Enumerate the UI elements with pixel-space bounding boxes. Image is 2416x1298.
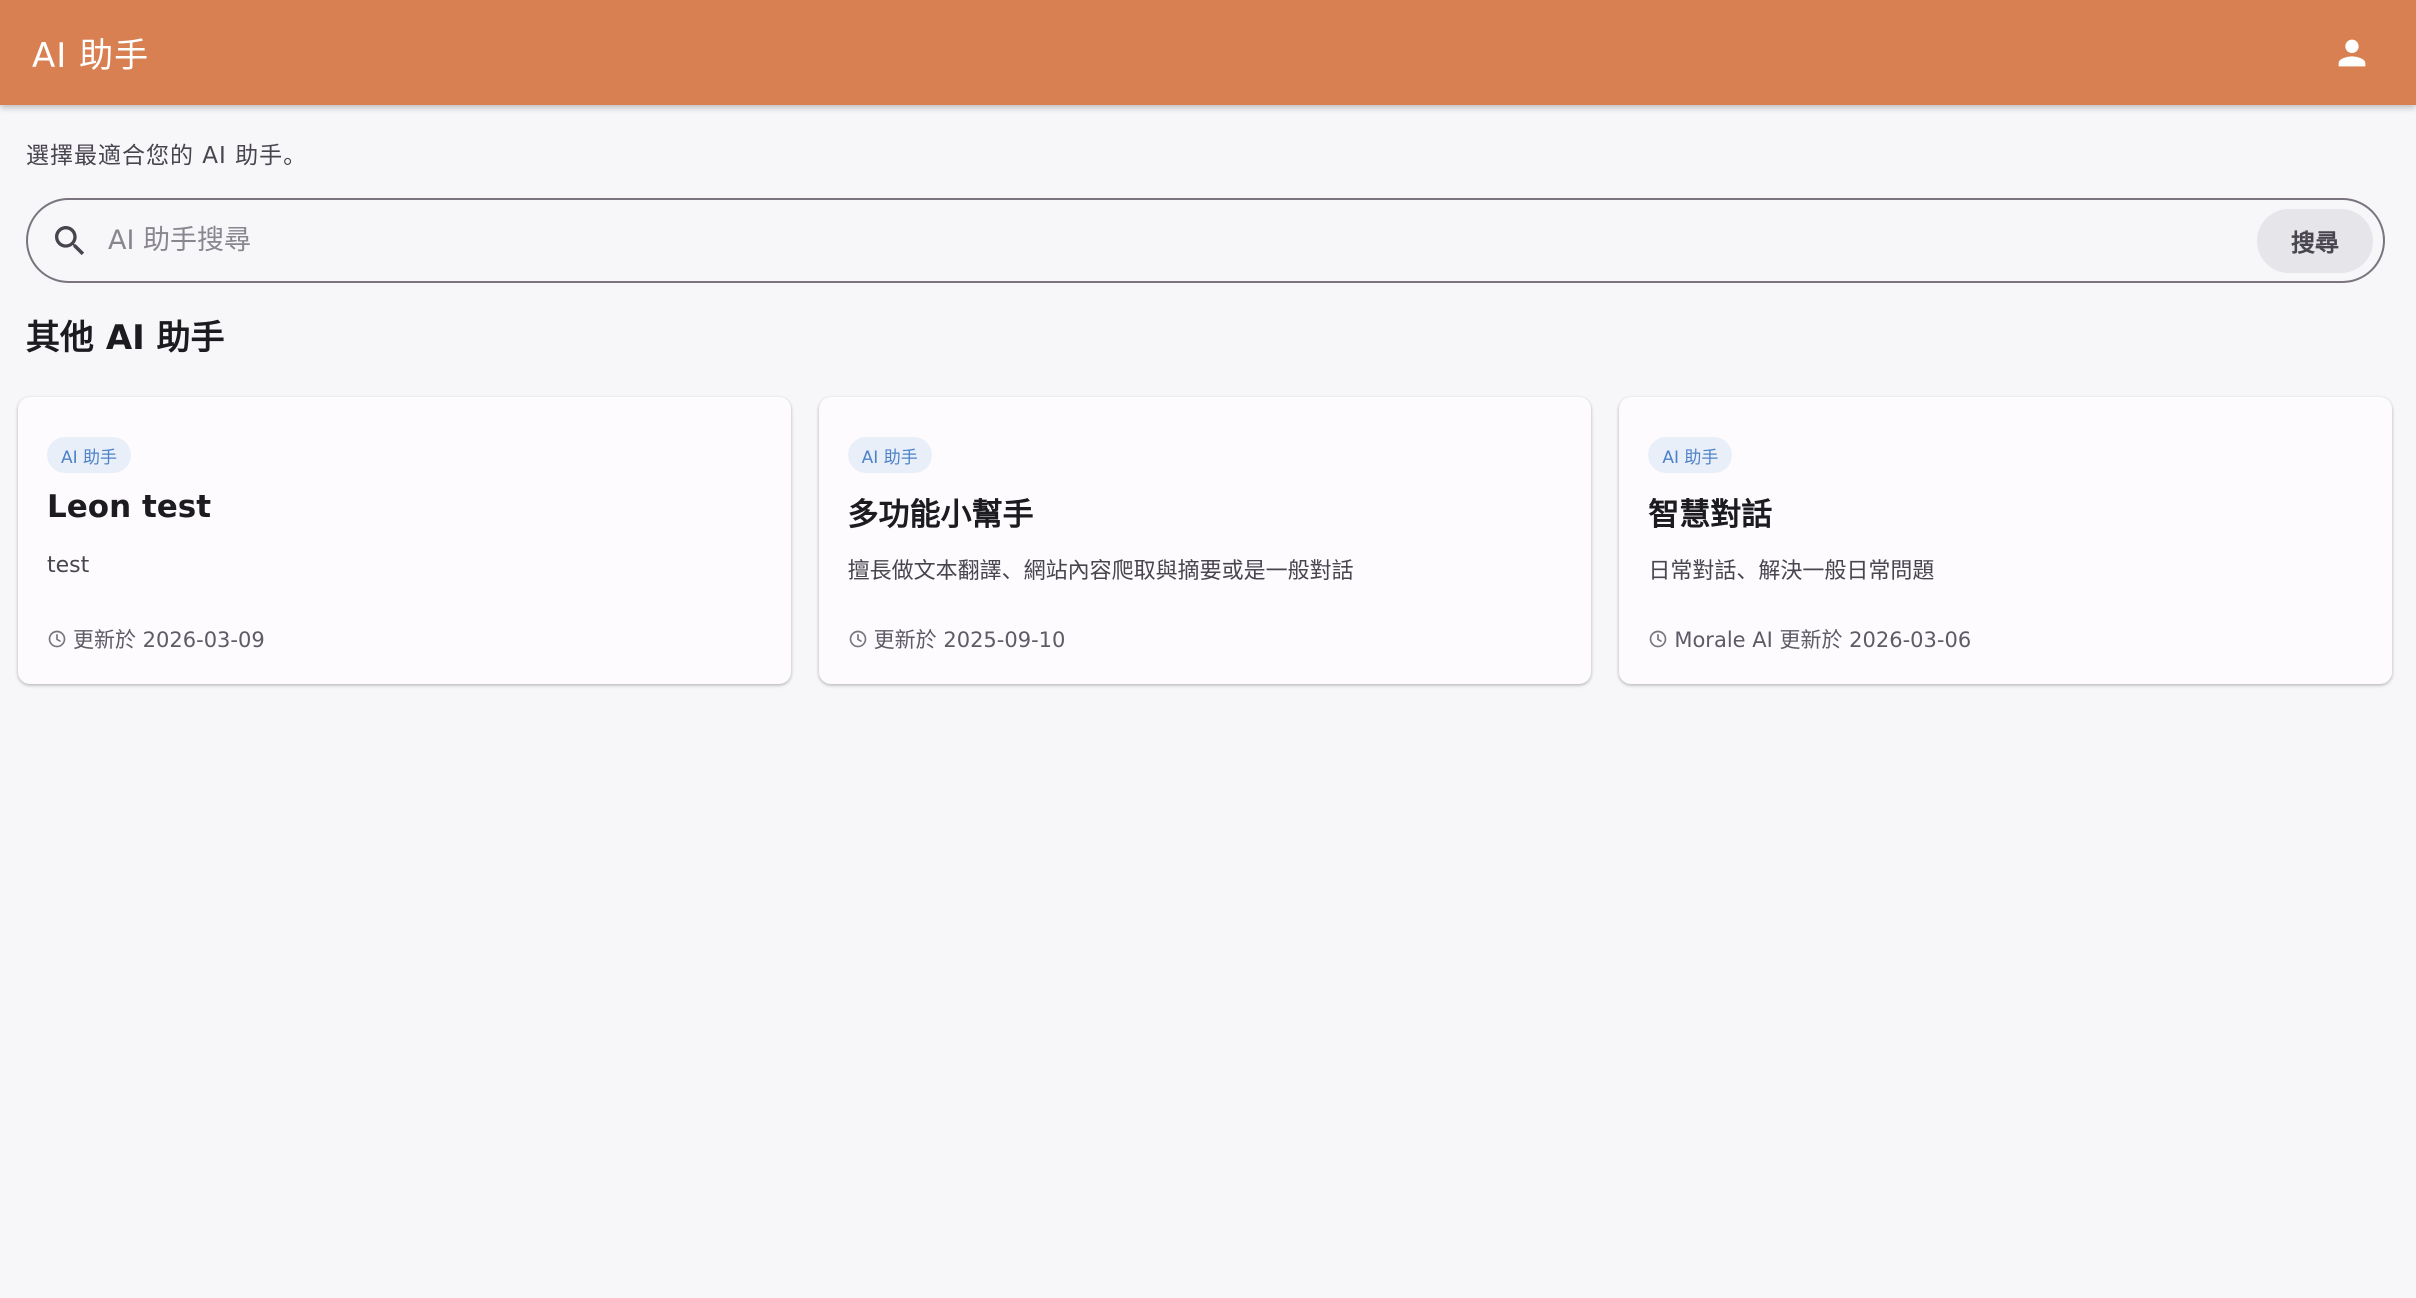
search-button[interactable]: 搜尋 (2257, 208, 2373, 273)
page-subtitle: 選擇最適合您的 AI 助手。 (26, 143, 308, 169)
card-updated-text: Morale AI 更新於 2026-03-06 (1674, 628, 1972, 652)
assistant-card-smart-chat[interactable]: AI 助手 智慧對話 日常對話、解決一般日常問題 Morale AI 更新於 2… (1619, 397, 2393, 684)
assistant-card-list: AI 助手 Leon test test 更新於 2026-03-09 AI 助… (18, 397, 2393, 684)
card-description: 日常對話、解決一般日常問題 (1648, 559, 1935, 584)
account-icon (2338, 39, 2366, 66)
card-meta: 更新於 2025-09-10 (848, 624, 1066, 654)
account-button[interactable] (2326, 27, 2378, 79)
search-input[interactable] (108, 225, 2257, 256)
assistant-card-multi-helper[interactable]: AI 助手 多功能小幫手 擅長做文本翻譯、網站內容爬取與摘要或是一般對話 更新於… (818, 397, 1592, 684)
card-updated-text: 更新於 2025-09-10 (873, 628, 1066, 652)
category-chip: AI 助手 (1648, 437, 1733, 473)
search-bar: 搜尋 (26, 198, 2385, 283)
category-chip: AI 助手 (47, 437, 132, 473)
card-meta: Morale AI 更新於 2026-03-06 (1648, 624, 1971, 654)
card-meta: 更新於 2026-03-09 (47, 624, 265, 654)
clock-icon (1650, 630, 1667, 648)
clock-icon (48, 630, 66, 648)
card-title: 智慧對話 (1648, 497, 1773, 533)
assistant-card-leon-test[interactable]: AI 助手 Leon test test 更新於 2026-03-09 (18, 397, 791, 684)
category-chip: AI 助手 (847, 437, 932, 473)
app-title: AI 助手 (32, 36, 150, 76)
top-app-bar: AI 助手 (0, 0, 2416, 105)
card-title: Leon test (47, 489, 212, 525)
card-description: test (47, 553, 90, 578)
card-description: 擅長做文本翻譯、網站內容爬取與摘要或是一般對話 (847, 559, 1354, 584)
section-title: 其他 AI 助手 (26, 318, 225, 358)
search-icon (55, 225, 85, 255)
card-updated-text: 更新於 2026-03-09 (73, 628, 265, 652)
card-title: 多功能小幫手 (847, 497, 1034, 533)
clock-icon (849, 630, 867, 648)
